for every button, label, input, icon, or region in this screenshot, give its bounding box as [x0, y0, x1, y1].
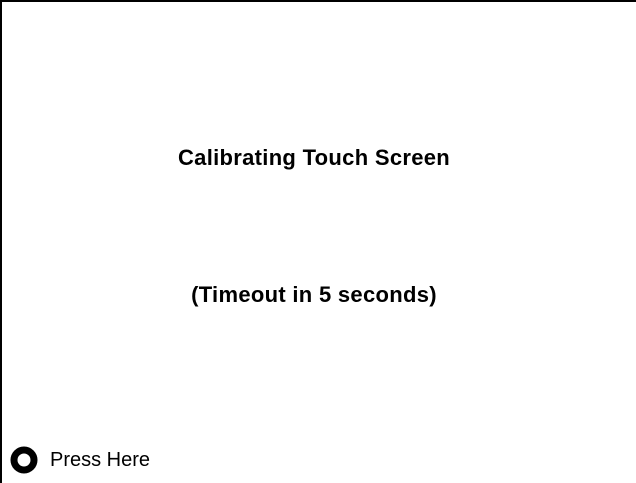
press-here-target[interactable]: Press Here: [10, 446, 150, 474]
calibration-title: Calibrating Touch Screen: [177, 145, 451, 170]
press-here-label: Press Here: [50, 448, 151, 471]
calibration-screen: Calibrating Touch Screen (Timeout in 5 s…: [0, 0, 636, 483]
calibration-target-icon[interactable]: [10, 446, 38, 474]
timeout-message: (Timeout in 5 seconds): [191, 282, 437, 307]
